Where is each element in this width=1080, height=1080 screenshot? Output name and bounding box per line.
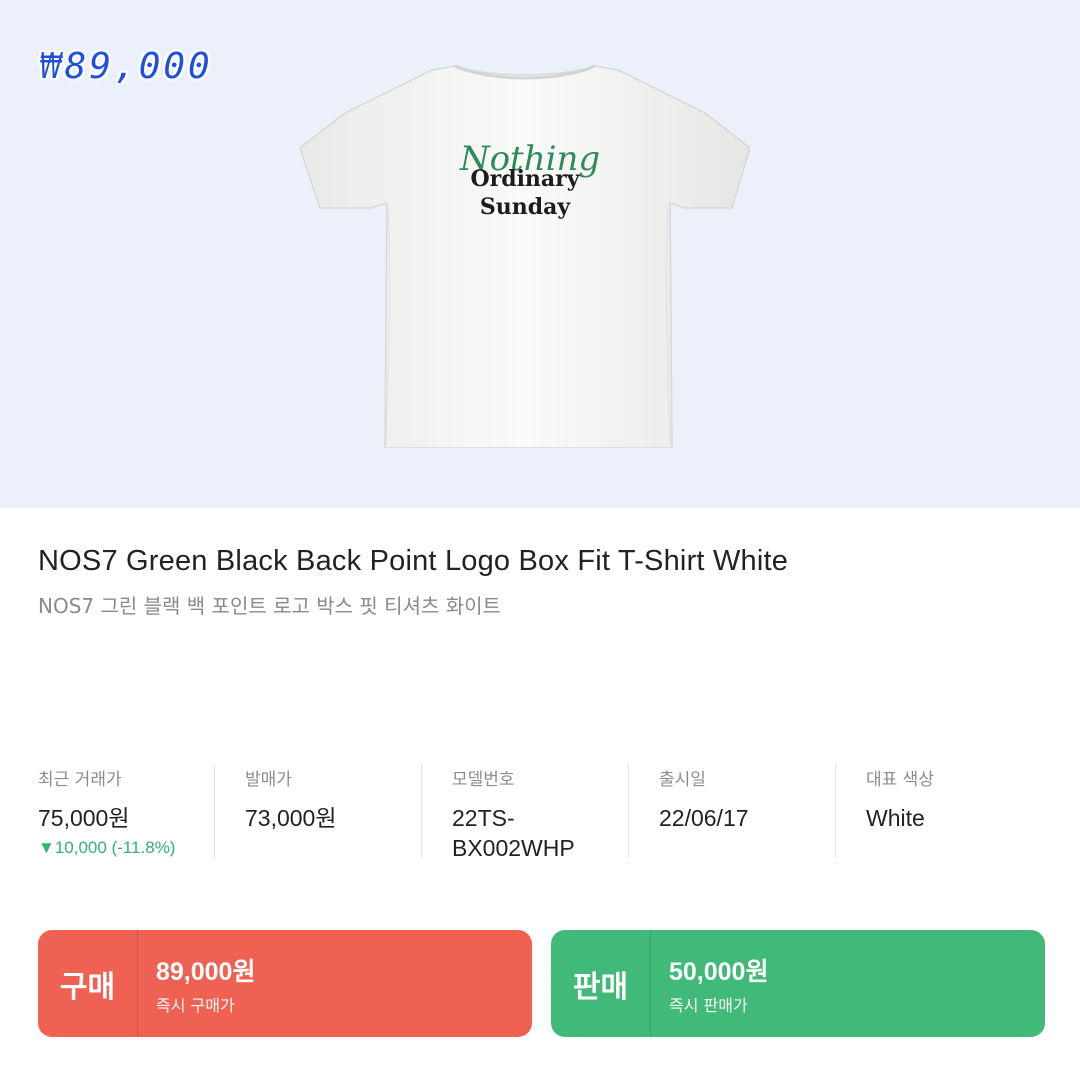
- info-value: 22TS- BX002WHP: [452, 805, 575, 861]
- sell-price: 50,000원: [669, 957, 769, 986]
- print-line2: Sunday: [480, 194, 572, 220]
- info-value: 73,000원: [245, 805, 337, 831]
- info-label: 최근 거래가: [38, 770, 122, 790]
- info-release-price: 발매가 73,000원: [214, 765, 421, 858]
- buy-label: 구매: [38, 930, 138, 1037]
- tshirt-body: [300, 65, 750, 448]
- print-line1: Ordinary: [470, 166, 580, 192]
- info-color: 대표 색상 White: [835, 765, 1042, 858]
- product-info-row: 최근 거래가 75,000원 ▼10,000 (-11.8%) 발매가 73,0…: [38, 765, 1042, 861]
- product-titles: NOS7 Green Black Back Point Logo Box Fit…: [38, 545, 1038, 619]
- sell-subtitle: 즉시 판매가: [669, 995, 748, 1015]
- info-label: 대표 색상: [866, 770, 934, 790]
- price-change: ▼10,000 (-11.8%): [38, 837, 176, 857]
- info-model-number: 모델번호 22TS- BX002WHP: [421, 765, 628, 861]
- info-value: White: [866, 805, 925, 831]
- product-image-area: ₩89,000 Nothing Ordinary Sunday: [0, 0, 1080, 508]
- buy-subtitle: 즉시 구매가: [156, 995, 235, 1015]
- info-release-date: 출시일 22/06/17: [628, 765, 835, 858]
- info-value: 75,000원: [38, 805, 130, 831]
- buy-button[interactable]: 구매 89,000원 즉시 구매가: [38, 930, 532, 1037]
- price-tag: ₩89,000: [40, 46, 213, 87]
- product-title-ko: NOS7 그린 블랙 백 포인트 로고 박스 핏 티셔츠 화이트: [38, 594, 501, 618]
- buy-price: 89,000원: [156, 957, 256, 986]
- info-label: 출시일: [659, 770, 706, 790]
- sell-button[interactable]: 판매 50,000원 즉시 판매가: [551, 930, 1045, 1037]
- info-recent-price: 최근 거래가 75,000원 ▼10,000 (-11.8%): [38, 765, 214, 858]
- info-value: 22/06/17: [659, 805, 749, 831]
- info-label: 모델번호: [452, 770, 515, 790]
- product-title-en: NOS7 Green Black Back Point Logo Box Fit…: [38, 545, 789, 577]
- sell-label: 판매: [551, 930, 651, 1037]
- info-label: 발매가: [245, 770, 292, 790]
- tshirt-image: Nothing Ordinary Sunday: [300, 64, 750, 448]
